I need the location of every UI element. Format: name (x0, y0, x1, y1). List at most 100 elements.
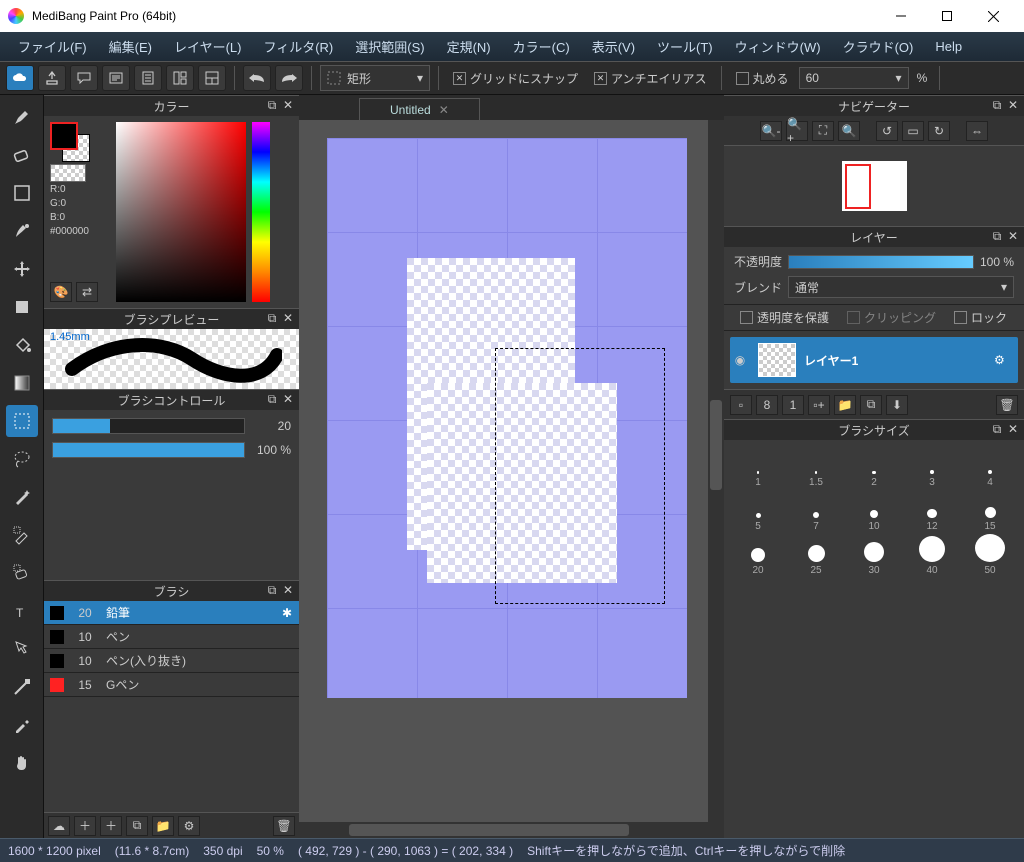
menu-color[interactable]: カラー(C) (503, 33, 580, 60)
duplicate-brush-icon[interactable]: ⧉ (126, 816, 148, 836)
add-script-brush-icon[interactable]: ＋ (100, 816, 122, 836)
brush-list-item[interactable]: 15 Gペン (44, 673, 299, 697)
brush-size-cell[interactable]: 15 (962, 490, 1018, 532)
round-checkbox[interactable]: 丸める (730, 70, 795, 87)
hue-slider[interactable] (252, 122, 270, 302)
brush-size-cell[interactable]: 1 (730, 446, 786, 488)
reset-rotation-icon[interactable]: ▭ (902, 121, 924, 141)
popout-icon[interactable]: ⧉ (265, 392, 279, 406)
eyedropper-tool[interactable] (6, 709, 38, 741)
new-folder-icon[interactable]: 📁 (834, 395, 856, 415)
add-special-layer-icon[interactable]: ▫+ (808, 395, 830, 415)
sv-picker[interactable] (116, 122, 246, 302)
menu-filter[interactable]: フィルタ(R) (253, 33, 343, 60)
rotate-left-icon[interactable]: ↺ (876, 121, 898, 141)
new-8bit-layer-icon[interactable]: 8 (756, 395, 778, 415)
shape-tool[interactable] (6, 177, 38, 209)
operation-tool[interactable] (6, 633, 38, 665)
zoom-out-icon[interactable]: 🔍- (760, 121, 782, 141)
minimize-button[interactable] (878, 0, 924, 32)
brush-size-slider[interactable] (52, 418, 245, 434)
fit-icon[interactable]: ⛶ (812, 121, 834, 141)
delete-brush-icon[interactable]: 🗑 (273, 816, 295, 836)
close-icon[interactable]: ✕ (281, 98, 295, 112)
bucket-tool[interactable] (6, 329, 38, 361)
close-icon[interactable]: ✕ (281, 392, 295, 406)
popout-icon[interactable]: ⧉ (265, 583, 279, 597)
text-tool[interactable]: T (6, 595, 38, 627)
lasso-tool[interactable] (6, 443, 38, 475)
popout-icon[interactable]: ⧉ (265, 98, 279, 112)
close-icon[interactable]: ✕ (281, 583, 295, 597)
menu-window[interactable]: ウィンドウ(W) (725, 33, 831, 60)
palette-icon[interactable]: 🎨 (50, 282, 72, 302)
popout-icon[interactable]: ⧉ (990, 98, 1004, 112)
material-button[interactable] (166, 65, 194, 91)
cloud-button[interactable] (6, 65, 34, 91)
eraser-tool[interactable] (6, 139, 38, 171)
gradient-tool[interactable] (6, 367, 38, 399)
hand-tool[interactable] (6, 747, 38, 779)
brush-size-cell[interactable]: 5 (730, 490, 786, 532)
cloud-brush-icon[interactable]: ☁ (48, 816, 70, 836)
brush-settings-icon[interactable]: ⚙ (178, 816, 200, 836)
menu-ruler[interactable]: 定規(N) (437, 33, 501, 60)
menu-view[interactable]: 表示(V) (582, 33, 645, 60)
popout-icon[interactable]: ⧉ (990, 422, 1004, 436)
rotate-right-icon[interactable]: ↻ (928, 121, 950, 141)
protect-alpha-checkbox[interactable]: 透明度を保護 (734, 309, 835, 326)
select-tool[interactable] (6, 405, 38, 437)
divide-tool[interactable] (6, 671, 38, 703)
transparent-swatch[interactable] (50, 164, 86, 182)
page-button[interactable] (134, 65, 162, 91)
brush-list-item[interactable]: 10 ペン(入り抜き) (44, 649, 299, 673)
close-icon[interactable]: ✕ (281, 311, 295, 325)
maximize-button[interactable] (924, 0, 970, 32)
duplicate-layer-icon[interactable]: ⧉ (860, 395, 882, 415)
brush-list-item[interactable]: 20 鉛筆 ✱ (44, 601, 299, 625)
round-value-input[interactable]: 60▾ (799, 67, 909, 89)
close-icon[interactable]: ✕ (1006, 98, 1020, 112)
add-brush-icon[interactable]: ＋ (74, 816, 96, 836)
brush-opacity-slider[interactable] (52, 442, 245, 458)
brush-list-item[interactable]: 10 ペン (44, 625, 299, 649)
menu-tool[interactable]: ツール(T) (647, 33, 723, 60)
horizontal-scrollbar[interactable] (299, 822, 708, 838)
magicwand-tool[interactable] (6, 481, 38, 513)
comment-button[interactable] (70, 65, 98, 91)
menu-layer[interactable]: レイヤー(L) (164, 33, 252, 60)
blend-select[interactable]: 通常▾ (788, 276, 1014, 298)
vertical-scrollbar[interactable] (708, 120, 724, 838)
brush-size-cell[interactable]: 10 (846, 490, 902, 532)
clipping-checkbox[interactable]: クリッピング (841, 309, 942, 326)
menu-edit[interactable]: 編集(E) (99, 33, 162, 60)
lock-checkbox[interactable]: ロック (948, 309, 1013, 326)
layer-settings-icon[interactable]: ⚙ (994, 353, 1018, 367)
brush-size-cell[interactable]: 25 (788, 534, 844, 576)
close-button[interactable] (970, 0, 1016, 32)
canvas-viewport[interactable] (299, 120, 724, 838)
antialias-checkbox[interactable]: ✕アンチエイリアス (588, 70, 713, 87)
selecterase-tool[interactable] (6, 557, 38, 589)
snap-grid-checkbox[interactable]: ✕グリッドにスナップ (447, 70, 584, 87)
undo-button[interactable] (243, 65, 271, 91)
brush-size-cell[interactable]: 3 (904, 446, 960, 488)
document-tab[interactable]: Untitled✕ (359, 98, 480, 121)
folder-brush-icon[interactable]: 📁 (152, 816, 174, 836)
popout-icon[interactable]: ⧉ (265, 311, 279, 325)
brush-size-cell[interactable]: 1.5 (788, 446, 844, 488)
swap-icon[interactable]: ⇄ (76, 282, 98, 302)
navigator-preview[interactable] (724, 146, 1024, 226)
close-icon[interactable]: ✕ (1006, 229, 1020, 243)
move-tool[interactable] (6, 253, 38, 285)
merge-layer-icon[interactable]: ⬇ (886, 395, 908, 415)
brush-size-cell[interactable]: 20 (730, 534, 786, 576)
brush-size-cell[interactable]: 50 (962, 534, 1018, 576)
new-layer-icon[interactable]: ▫ (730, 395, 752, 415)
tab-close-icon[interactable]: ✕ (439, 103, 449, 117)
close-icon[interactable]: ✕ (1006, 422, 1020, 436)
brush-size-cell[interactable]: 2 (846, 446, 902, 488)
brush-item-gear-icon[interactable]: ✱ (275, 606, 299, 620)
canvas[interactable] (327, 138, 687, 698)
fill-tool[interactable] (6, 291, 38, 323)
